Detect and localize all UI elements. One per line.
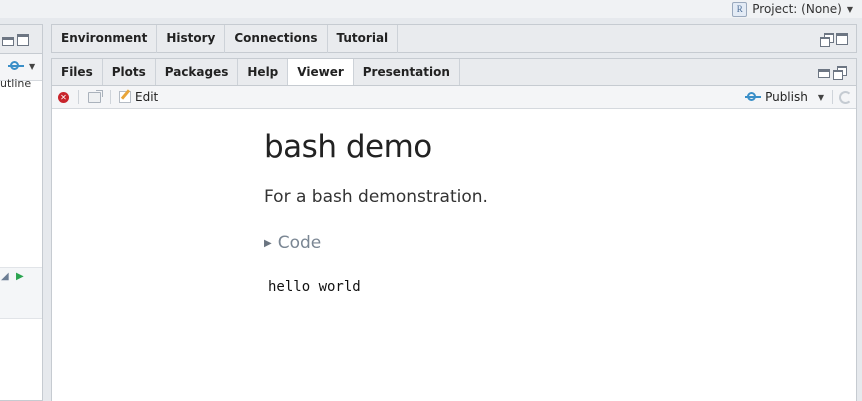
environment-pane: Environment History Connections Tutorial xyxy=(51,24,857,53)
maximize-icon[interactable] xyxy=(836,33,848,45)
right-edge xyxy=(857,18,862,401)
code-chunk-strip: ◢ ▶ xyxy=(0,267,42,319)
show-in-new-window-button[interactable] xyxy=(88,89,103,103)
tab-tutorial[interactable]: Tutorial xyxy=(328,25,399,53)
tab-packages[interactable]: Packages xyxy=(156,59,239,85)
disclosure-triangle-icon: ▶ xyxy=(264,237,272,249)
refresh-icon[interactable] xyxy=(839,90,852,104)
viewer-toolbar: ✕ Edit Publish ▼ xyxy=(52,86,856,109)
popout-icon xyxy=(88,89,103,103)
chevron-down-icon[interactable]: ▼ xyxy=(29,62,35,71)
chevron-down-icon: ▼ xyxy=(817,92,824,102)
source-tabbar xyxy=(0,25,42,54)
source-pane: ▼ utline ◢ ▶ xyxy=(0,24,43,401)
publish-icon xyxy=(745,91,762,103)
chunk-options-icon[interactable]: ◢ xyxy=(1,271,9,282)
viewer-window-buttons xyxy=(818,66,847,80)
rendered-document: bash demo For a bash demonstration. ▶ Co… xyxy=(264,129,764,295)
outline-button[interactable]: utline xyxy=(0,77,43,90)
document-subtitle: For a bash demonstration. xyxy=(264,187,488,207)
chevron-down-icon: ▼ xyxy=(846,4,853,14)
publish-button[interactable]: Publish ▼ xyxy=(745,90,824,104)
toolbar-separator xyxy=(78,90,79,104)
restore-icon[interactable] xyxy=(820,33,834,47)
tab-presentation[interactable]: Presentation xyxy=(354,59,460,85)
top-bar: R Project: (None) ▼ xyxy=(0,0,862,18)
code-toggle-label: Code xyxy=(277,233,322,253)
document-title: bash demo xyxy=(264,129,432,165)
restore-icon[interactable] xyxy=(833,66,847,80)
project-menu[interactable]: R Project: (None) ▼ xyxy=(732,0,853,18)
project-label: Project: (None) xyxy=(752,2,842,16)
publish-label: Publish xyxy=(765,90,808,104)
r-project-icon: R xyxy=(732,1,748,17)
toolbar-separator xyxy=(832,90,833,104)
edit-label: Edit xyxy=(135,90,159,104)
maximize-icon[interactable] xyxy=(17,34,29,46)
edit-button[interactable]: Edit xyxy=(119,90,158,104)
stop-icon: ✕ xyxy=(58,91,69,103)
tab-viewer[interactable]: Viewer xyxy=(288,59,354,85)
tab-files[interactable]: Files xyxy=(52,59,103,85)
publish-icon[interactable] xyxy=(8,60,24,72)
code-output: hello world xyxy=(268,279,361,295)
code-toggle[interactable]: ▶ Code xyxy=(264,233,764,253)
minimize-icon[interactable] xyxy=(818,69,830,78)
minimize-icon[interactable] xyxy=(2,37,14,46)
viewer-tabbar: Files Plots Packages Help Viewer Present… xyxy=(52,59,856,86)
viewer-pane: Files Plots Packages Help Viewer Present… xyxy=(51,58,857,401)
toolbar-separator xyxy=(110,90,111,104)
run-chunk-icon[interactable]: ▶ xyxy=(16,271,24,282)
stop-button[interactable]: ✕ xyxy=(58,91,69,103)
environment-tabs: Environment History Connections Tutorial xyxy=(52,25,856,53)
viewer-tabs: Files Plots Packages Help Viewer Present… xyxy=(52,59,856,87)
source-window-buttons xyxy=(2,34,29,46)
tab-connections[interactable]: Connections xyxy=(225,25,328,53)
tab-history[interactable]: History xyxy=(157,25,226,53)
tab-plots[interactable]: Plots xyxy=(103,59,156,85)
tab-help[interactable]: Help xyxy=(238,59,289,85)
environment-window-buttons xyxy=(820,33,848,47)
tab-environment[interactable]: Environment xyxy=(52,25,158,53)
edit-icon xyxy=(119,91,131,103)
